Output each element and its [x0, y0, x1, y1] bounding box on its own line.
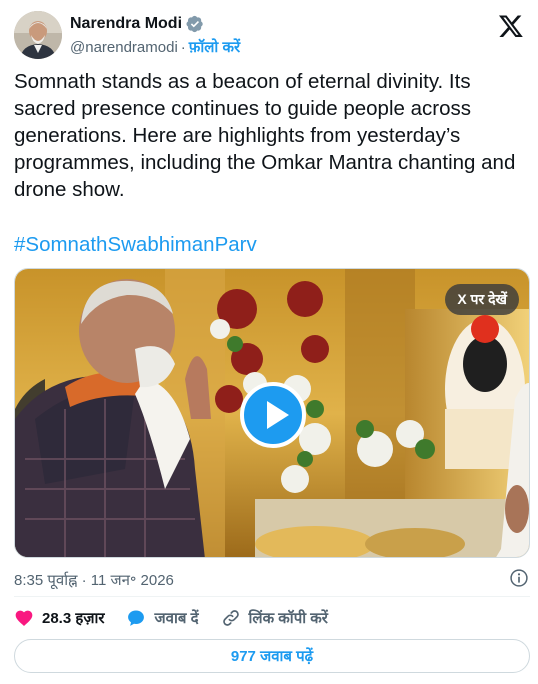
follow-button[interactable]: फ़ॉलो करें	[189, 37, 240, 57]
divider	[14, 596, 530, 597]
timestamp-link[interactable]: 8:35 पूर्वाह्न · 11 जन॰ 2026	[14, 570, 174, 590]
like-button[interactable]: 28.3 हज़ार	[14, 608, 104, 628]
tweet-text: Somnath stands as a beacon of eternal di…	[14, 70, 516, 201]
tweet-header: Narendra Modi @narendramodi · फ़ॉलो करें	[14, 11, 524, 61]
play-button-icon[interactable]	[240, 382, 306, 448]
avatar[interactable]	[14, 11, 62, 59]
author-block: Narendra Modi @narendramodi · फ़ॉलो करें	[70, 13, 240, 58]
heart-icon	[15, 610, 33, 626]
x-logo-icon[interactable]	[498, 13, 524, 39]
tweet-embed-card: Narendra Modi @narendramodi · फ़ॉलो करें…	[0, 0, 538, 684]
handle-row: @narendramodi · फ़ॉलो करें	[70, 36, 240, 58]
reply-label: जवाब दें	[154, 610, 199, 627]
hashtag-link[interactable]: #SomnathSwabhimanParv	[14, 233, 257, 257]
verified-badge-icon	[186, 15, 203, 33]
copy-link-button[interactable]: लिंक कॉपी करें	[221, 608, 328, 628]
read-replies-button[interactable]: 977 जवाब पढ़ें	[14, 639, 530, 673]
video-media[interactable]: X पर देखें	[14, 268, 530, 558]
reply-bubble-icon	[128, 610, 145, 626]
separator-dot: ·	[180, 38, 186, 56]
avatar-image	[14, 11, 62, 59]
author-name[interactable]: Narendra Modi	[70, 15, 182, 33]
info-icon[interactable]	[509, 568, 529, 588]
link-icon	[222, 610, 239, 626]
like-count: 28.3 हज़ार	[42, 610, 105, 627]
reply-button[interactable]: जवाब दें	[126, 608, 199, 628]
name-row: Narendra Modi	[70, 13, 240, 35]
tweet-meta: 8:35 पूर्वाह्न · 11 जन॰ 2026	[14, 568, 530, 590]
copy-link-label: लिंक कॉपी करें	[248, 610, 328, 627]
view-on-x-button[interactable]: X पर देखें	[445, 284, 519, 315]
author-handle[interactable]: @narendramodi	[70, 39, 178, 56]
action-bar: 28.3 हज़ार जवाब दें लिंक कॉपी करें	[14, 606, 350, 630]
